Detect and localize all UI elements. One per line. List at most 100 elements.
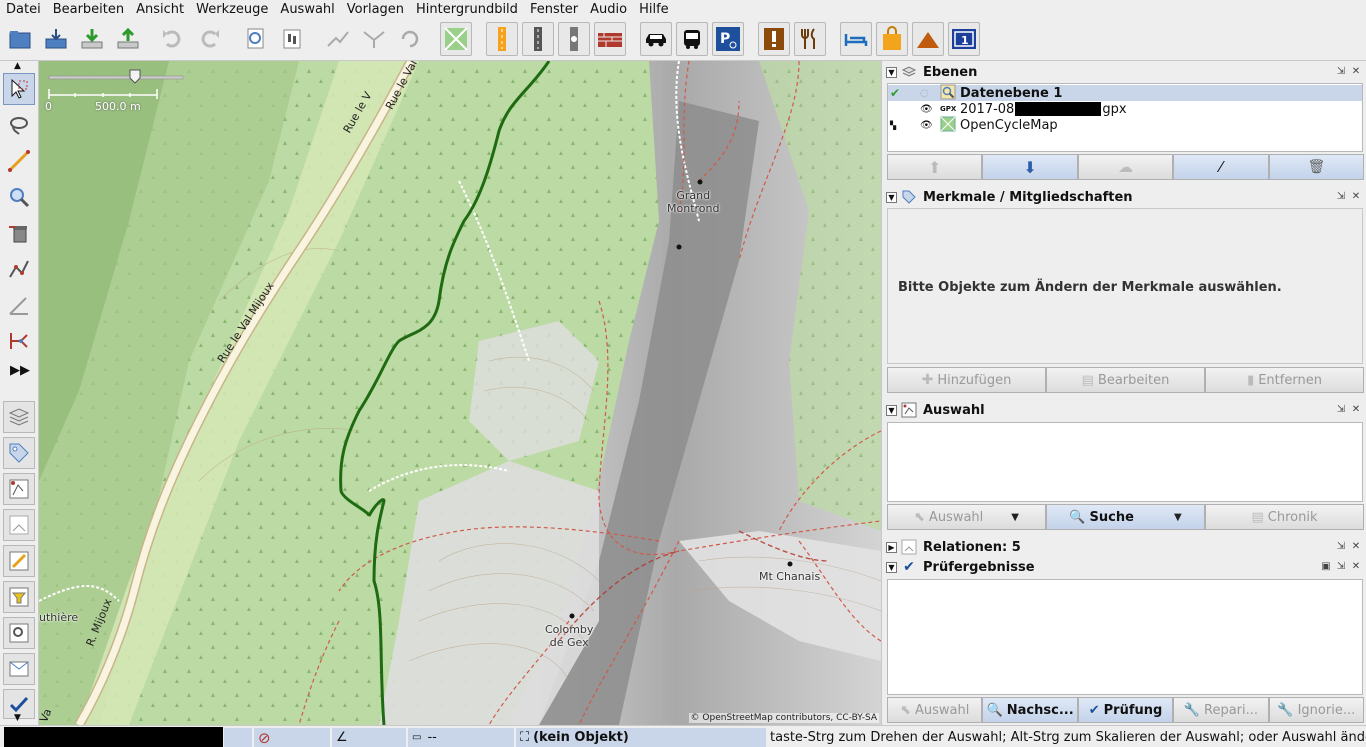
layer-row-gpx[interactable]: 👁 GPX 2017-08 gpx [888, 101, 1362, 117]
preset-road-grey-button[interactable] [522, 22, 554, 56]
map-attribution[interactable]: © OpenStreetMap contributors, CC-BY-SA [688, 713, 879, 723]
undo-button[interactable] [156, 22, 188, 56]
pin-icon[interactable]: ⇲ [1335, 190, 1347, 202]
improve-way-button[interactable] [3, 289, 35, 321]
relations-panel-header[interactable]: ▶ Relationen: 5 ⇲ ✕ [886, 537, 1364, 557]
preset-hotel-button[interactable] [840, 22, 872, 56]
update-data-button[interactable] [76, 22, 108, 56]
zoom-to-data-button[interactable] [240, 22, 272, 56]
reverse-way-button[interactable] [394, 22, 426, 56]
close-icon[interactable]: ✕ [1350, 190, 1362, 202]
preset-route-button[interactable]: 1 [948, 22, 980, 56]
history-button[interactable]: ▤ Chronik [1205, 504, 1364, 530]
visibility-eye-icon[interactable]: 👁 [920, 120, 940, 131]
validation-select-button[interactable]: ⬉ Auswahl [887, 697, 983, 723]
collapse-icon[interactable]: ▼ [886, 66, 897, 78]
edit-tag-button[interactable]: ▤ Bearbeiten [1046, 367, 1205, 393]
toggle-layers-button[interactable] [3, 401, 35, 433]
map-view[interactable]: 0 500.0 m Grand Montrond Mt Chanais Colo… [39, 61, 881, 725]
preset-barrier-button[interactable] [594, 22, 626, 56]
preferences-button[interactable] [276, 22, 308, 56]
toggle-relations-button[interactable] [3, 509, 35, 541]
extrude-tool-button[interactable] [3, 325, 35, 357]
download-data-button[interactable] [40, 22, 72, 56]
chevron-down-icon[interactable]: ▼ [1174, 512, 1182, 523]
select-button[interactable]: ⬉ Auswahl ▼ [887, 504, 1046, 530]
toggle-selection-button[interactable] [3, 473, 35, 505]
preset-car-button[interactable] [640, 22, 672, 56]
layers-panel-header[interactable]: ▼ Ebenen ⇲ ✕ [886, 62, 1364, 82]
draw-tool-button[interactable] [3, 145, 35, 177]
toggle-filter-button[interactable] [3, 581, 35, 613]
upload-data-button[interactable] [112, 22, 144, 56]
search-button[interactable]: 🔍 Suche ▼ [1046, 504, 1205, 530]
visibility-eye-icon[interactable]: 👁 [920, 104, 940, 115]
duplicate-layer-button[interactable]: ⁄ [1173, 154, 1269, 180]
delete-layer-button[interactable]: 🗑 [1268, 154, 1365, 180]
select-tool-button[interactable] [3, 73, 35, 105]
menu-vorlagen[interactable]: Vorlagen [341, 0, 410, 19]
expand-icon[interactable]: ▶ [886, 541, 897, 553]
parallel-tool-button[interactable] [3, 253, 35, 285]
toggle-history-button[interactable] [3, 617, 35, 649]
layer-row-opencyclemap[interactable]: ▚ 👁 OpenCycleMap [888, 116, 1362, 133]
validate-button[interactable]: ✔ Prüfung [1077, 697, 1174, 723]
tags-panel-header[interactable]: ▼ Merkmale / Mitgliedschaften ⇲ ✕ [886, 187, 1364, 207]
preset-hazard-button[interactable] [758, 22, 790, 56]
merge-layer-button[interactable]: ☁ [1077, 154, 1174, 180]
menu-audio[interactable]: Audio [584, 0, 633, 19]
menu-hintergrundbild[interactable]: Hintergrundbild [410, 0, 524, 19]
zoom-tool-button[interactable] [3, 181, 35, 213]
scroll-up-icon[interactable]: ▲ [14, 61, 21, 71]
fix-button[interactable]: 🔧 Repari... [1173, 697, 1269, 723]
more-tools-icon[interactable]: ▶▶ [10, 363, 30, 378]
chevron-down-icon[interactable]: ▼ [1011, 512, 1019, 523]
pin-icon[interactable]: ⇲ [1335, 403, 1347, 415]
validation-results-list[interactable] [887, 579, 1363, 695]
selection-panel-header[interactable]: ▼ Auswahl ⇲ ✕ [886, 400, 1364, 420]
ignore-button[interactable]: 🔧 Ignorie... [1268, 697, 1365, 723]
offset-handle-icon[interactable]: ▚ [890, 121, 906, 130]
pin-icon[interactable]: ⇲ [1335, 540, 1347, 552]
menu-ansicht[interactable]: Ansicht [130, 0, 190, 19]
wireframe-button[interactable] [440, 22, 472, 56]
lasso-tool-button[interactable] [3, 109, 35, 141]
settings-icon[interactable]: ▣ [1320, 560, 1332, 572]
pin-icon[interactable]: ⇲ [1335, 560, 1347, 572]
close-icon[interactable]: ✕ [1350, 403, 1362, 415]
close-icon[interactable]: ✕ [1350, 540, 1362, 552]
preset-peak-button[interactable] [912, 22, 944, 56]
menu-datei[interactable]: Datei [0, 0, 47, 19]
move-up-button[interactable]: ⬆ [887, 154, 983, 180]
preset-road-orange-button[interactable] [486, 22, 518, 56]
collapse-icon[interactable]: ▼ [886, 191, 897, 203]
pin-icon[interactable]: ⇲ [1335, 65, 1347, 77]
split-way-button[interactable] [322, 22, 354, 56]
menu-werkzeuge[interactable]: Werkzeuge [190, 0, 274, 19]
selection-list[interactable] [887, 422, 1363, 502]
redo-button[interactable] [194, 22, 226, 56]
scroll-down-icon[interactable]: ▼ [14, 713, 21, 723]
menu-hilfe[interactable]: Hilfe [633, 0, 675, 19]
combine-way-button[interactable] [358, 22, 390, 56]
close-icon[interactable]: ✕ [1350, 560, 1362, 572]
open-file-button[interactable] [4, 22, 36, 56]
preset-restaurant-button[interactable] [794, 22, 826, 56]
collapse-icon[interactable]: ▼ [886, 561, 897, 573]
preset-parking-button[interactable]: P [712, 22, 744, 56]
menu-auswahl[interactable]: Auswahl [274, 0, 340, 19]
toggle-changesets-button[interactable] [3, 653, 35, 685]
collapse-icon[interactable]: ▼ [886, 404, 897, 416]
preset-traffic-button[interactable] [558, 22, 590, 56]
close-icon[interactable]: ✕ [1350, 65, 1362, 77]
add-tag-button[interactable]: ✚ Hinzufügen [887, 367, 1046, 393]
visibility-eye-icon[interactable]: ◌ [920, 88, 940, 99]
toggle-commands-button[interactable] [3, 545, 35, 577]
scale-slider[interactable] [45, 67, 185, 87]
toggle-tags-button[interactable] [3, 437, 35, 469]
layer-row-datenebene[interactable]: ✔ ◌ Datenebene 1 [888, 84, 1362, 101]
delete-tag-button[interactable]: ▮ Entfernen [1205, 367, 1364, 393]
preset-shop-button[interactable] [876, 22, 908, 56]
active-check-icon[interactable]: ✔ [890, 86, 906, 100]
validation-panel-header[interactable]: ▼ ✔ Prüfergebnisse ▣ ⇲ ✕ [886, 557, 1364, 577]
